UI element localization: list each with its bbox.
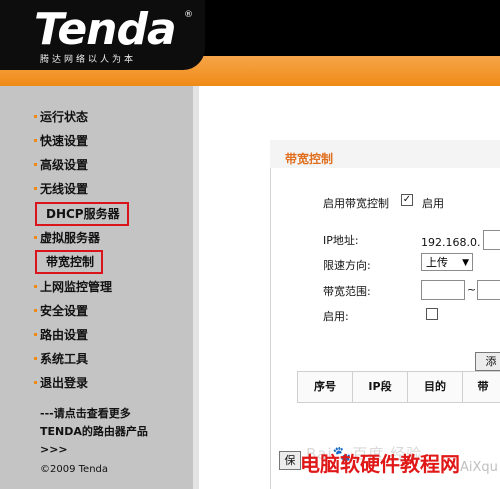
sidebar-item-system-tools[interactable]: 系统工具 bbox=[34, 350, 88, 368]
col-bandwidth: 带 bbox=[477, 380, 489, 393]
bullet-icon bbox=[34, 285, 37, 288]
save-button[interactable]: 保 bbox=[279, 451, 301, 470]
enabled-label: 启用: bbox=[323, 310, 349, 323]
sidebar-item-quick-setup[interactable]: 快速设置 bbox=[34, 132, 88, 150]
sidebar-item-wireless[interactable]: 无线设置 bbox=[34, 180, 88, 198]
sidebar-item-monitor[interactable]: 上网监控管理 bbox=[34, 278, 112, 296]
bullet-icon bbox=[34, 139, 37, 142]
sidebar-item-logout[interactable]: 退出登录 bbox=[34, 374, 88, 392]
chevron-down-icon: ▼ bbox=[462, 258, 469, 268]
logo-slogan: 腾达网络以人为本 bbox=[40, 55, 137, 65]
rules-table-header: 序号 IP段 目的 带 bbox=[297, 371, 500, 403]
range-min-input[interactable] bbox=[421, 280, 465, 300]
sidebar-item-advanced[interactable]: 高级设置 bbox=[34, 156, 88, 174]
bullet-icon bbox=[34, 309, 37, 312]
bullet-icon bbox=[34, 333, 37, 336]
col-index: 序号 bbox=[298, 372, 353, 402]
settings-panel bbox=[270, 168, 500, 489]
sidebar-item-security[interactable]: 安全设置 bbox=[34, 302, 88, 320]
header-banner: Tenda ® 腾达网络以人为本 bbox=[0, 0, 500, 86]
site-watermark-text: 电脑软硬件教程网AiXqu bbox=[300, 452, 498, 476]
col-ip-range: IP段 bbox=[353, 372, 408, 402]
enable-bandwidth-checkbox[interactable]: ✓ bbox=[401, 194, 413, 206]
bullet-icon bbox=[34, 357, 37, 360]
sidebar-item-virtual-server[interactable]: 虚拟服务器 bbox=[34, 229, 100, 247]
copyright: ©2009 Tenda bbox=[40, 464, 109, 475]
enable-text: 启用 bbox=[422, 197, 444, 210]
add-button[interactable]: 添 bbox=[475, 352, 500, 371]
page-title: 带宽控制 bbox=[285, 152, 334, 166]
enable-bandwidth-label: 启用带宽控制 bbox=[323, 197, 389, 210]
enabled-checkbox[interactable] bbox=[426, 308, 438, 320]
sidebar-item-status[interactable]: 运行状态 bbox=[34, 108, 88, 126]
sidebar-item-routing[interactable]: 路由设置 bbox=[34, 326, 88, 344]
range-label: 带宽范围: bbox=[323, 285, 371, 298]
registered-mark: ® bbox=[184, 10, 193, 20]
direction-select[interactable]: 上传 ▼ bbox=[421, 253, 473, 271]
bullet-icon bbox=[34, 163, 37, 166]
range-tilde: ~ bbox=[467, 283, 477, 296]
sidebar-item-bandwidth[interactable]: 带宽控制 bbox=[34, 250, 104, 274]
bullet-icon bbox=[34, 381, 37, 384]
range-max-input[interactable] bbox=[477, 280, 500, 300]
ip-suffix-input[interactable] bbox=[483, 230, 500, 250]
ip-prefix: 192.168.0. bbox=[421, 236, 481, 249]
logo-box: Tenda ® 腾达网络以人为本 bbox=[0, 0, 205, 70]
sidebar-item-dhcp[interactable]: DHCP服务器 bbox=[35, 202, 129, 226]
direction-label: 限速方向: bbox=[323, 259, 371, 272]
bullet-icon bbox=[34, 236, 37, 239]
ip-label: IP地址: bbox=[323, 234, 359, 247]
tenda-logo: Tenda bbox=[34, 4, 177, 55]
bullet-icon bbox=[34, 187, 37, 190]
col-destination: 目的 bbox=[408, 372, 463, 402]
more-products-link[interactable]: ---请点击查看更多 TENDA的路由器产品 >>> bbox=[40, 405, 190, 459]
bullet-icon bbox=[34, 115, 37, 118]
